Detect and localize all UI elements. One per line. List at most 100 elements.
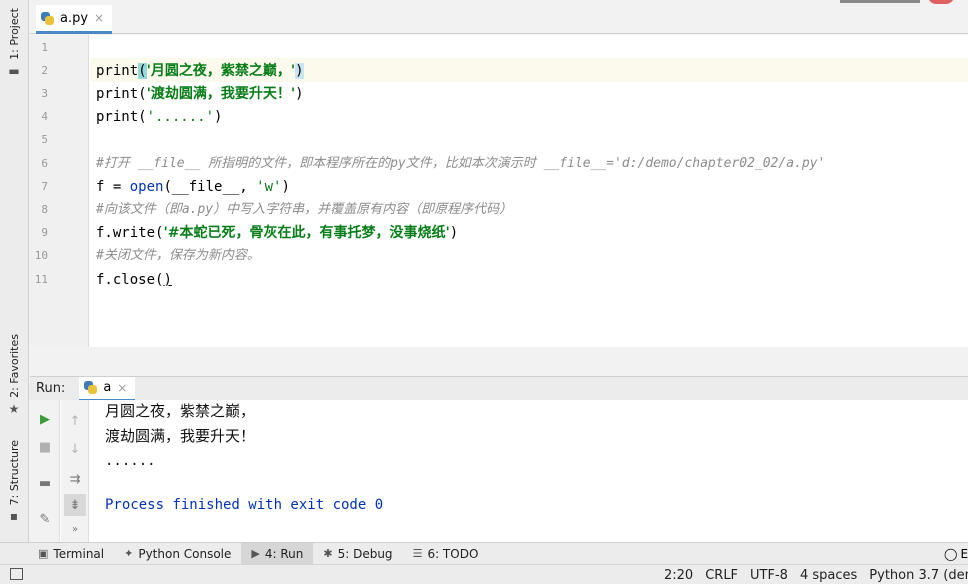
status-bar-right: 2:20 CRLF UTF-8 4 spaces Python 3.7 (dem bbox=[664, 565, 968, 584]
code-line-11: f.close() bbox=[96, 271, 172, 289]
output-line: 月圆之夜，紫禁之巅， bbox=[105, 402, 256, 420]
line-number: 10 bbox=[34, 249, 48, 262]
code-line-9: f.write('#本蛇已死，骨灰在此，有事托梦，没事烧纸') bbox=[96, 224, 458, 242]
caret-position[interactable]: 2:20 bbox=[664, 568, 693, 583]
arrow-up-icon[interactable]: ↑ bbox=[64, 410, 86, 432]
tool-window-bar: ▣ Terminal ✦ Python Console ▶ 4: Run ✱ 5… bbox=[0, 542, 968, 565]
line-number: 7 bbox=[41, 180, 48, 193]
line-number: 6 bbox=[41, 157, 48, 170]
line-number-gutter: 1 2 3 4 5 6 7 8 9 10 11 bbox=[30, 35, 89, 347]
code-token: (__file__, bbox=[163, 179, 257, 195]
code-token: '渡劫圆满，我要升天！' bbox=[146, 86, 296, 102]
line-number: 4 bbox=[41, 110, 48, 123]
run-tab-label: a bbox=[103, 380, 112, 395]
code-token: print( bbox=[96, 86, 147, 102]
python-console-icon: ✦ bbox=[124, 547, 134, 560]
debug-tool-button[interactable]: ✱ 5: Debug bbox=[313, 543, 402, 565]
output-line: ...... bbox=[105, 453, 156, 469]
code-token: ) bbox=[214, 109, 223, 125]
code-token: 'w' bbox=[256, 179, 282, 195]
star-icon: ★ bbox=[8, 401, 20, 416]
close-tab-icon[interactable]: × bbox=[94, 11, 104, 25]
file-encoding[interactable]: UTF-8 bbox=[750, 568, 788, 583]
run-console[interactable]: ▶ ■ ▬ ✎ ↑ ↓ ⇉ ⇟ » 月圆之夜，紫禁之巅， 渡劫圆满，我要升天！ … bbox=[30, 400, 968, 542]
process-finished-line: Process finished with exit code 0 bbox=[105, 497, 384, 513]
code-token: print bbox=[96, 63, 139, 79]
editor-tab-bar: a.py × bbox=[30, 0, 968, 34]
code-line-10: #关闭文件，保存为新内容。 bbox=[96, 248, 260, 263]
todo-tool-button[interactable]: ☰ 6: TODO bbox=[403, 543, 489, 565]
toolbar-edge bbox=[840, 0, 920, 3]
tool-windows-toggle-icon[interactable] bbox=[10, 568, 23, 580]
event-log-icon: ◯ bbox=[944, 547, 958, 561]
code-token: '......' bbox=[146, 109, 215, 125]
todo-label: 6: TODO bbox=[427, 546, 479, 561]
line-number: 3 bbox=[41, 87, 48, 100]
structure-tab-label: 7: Structure bbox=[7, 440, 21, 506]
code-token: print( bbox=[96, 109, 147, 125]
line-number: 8 bbox=[41, 203, 48, 216]
code-token: ) bbox=[281, 179, 290, 195]
code-token: f.write( bbox=[96, 225, 164, 241]
run-panel-header: Run: a × bbox=[30, 376, 968, 401]
code-token: '月圆之夜，紫禁之巅，' bbox=[146, 63, 296, 79]
run-tool-button[interactable]: ▶ 4: Run bbox=[241, 542, 314, 565]
close-run-tab-icon[interactable]: × bbox=[117, 381, 127, 395]
code-line-6: #打开 __file__ 所指明的文件，即本程序所在的py文件，比如本次演示时 … bbox=[96, 156, 826, 171]
pin-icon[interactable]: ✎ bbox=[34, 508, 56, 530]
structure-icon: ▪ bbox=[9, 509, 19, 524]
code-token: f = bbox=[96, 179, 130, 195]
code-token: open bbox=[129, 179, 164, 195]
editor-tab-a-py[interactable]: a.py × bbox=[36, 5, 113, 34]
project-tab-label: 1: Project bbox=[7, 8, 21, 60]
line-number: 1 bbox=[41, 41, 48, 54]
line-number: 5 bbox=[41, 133, 48, 146]
stop-icon[interactable]: ■ bbox=[34, 436, 56, 458]
event-log-label: E bbox=[960, 547, 968, 561]
code-token: ( bbox=[138, 63, 147, 79]
soft-wrap-icon[interactable]: ⇉ bbox=[64, 468, 86, 490]
bug-icon: ✱ bbox=[323, 547, 333, 560]
code-token: ) bbox=[295, 63, 304, 79]
line-separator[interactable]: CRLF bbox=[705, 568, 738, 583]
run-toolbar-secondary: ↑ ↓ ⇉ ⇟ » bbox=[61, 400, 89, 542]
python-file-icon bbox=[40, 11, 55, 26]
code-token: f.close bbox=[96, 272, 156, 288]
scroll-to-end-icon[interactable]: ⇟ bbox=[64, 494, 86, 516]
project-tool-tab[interactable]: 1: Project ▬ bbox=[2, 8, 26, 78]
run-label: 4: Run bbox=[264, 546, 304, 561]
code-line-2: print('月圆之夜，紫禁之巅，') bbox=[96, 62, 304, 80]
editor-tab-label: a.py bbox=[60, 10, 89, 26]
structure-tool-tab[interactable]: 7: Structure ▪ bbox=[2, 440, 26, 523]
favorites-tab-label: 2: Favorites bbox=[7, 334, 21, 398]
terminal-tool-button[interactable]: ▣ Terminal bbox=[0, 543, 114, 565]
layout-icon[interactable]: ▬ bbox=[34, 472, 56, 494]
run-toolbar-primary: ▶ ■ ▬ ✎ bbox=[30, 400, 60, 542]
code-editor[interactable]: 1 2 3 4 5 6 7 8 9 10 11 print('月圆之夜，紫禁之巅… bbox=[30, 35, 968, 347]
status-bar: 2:20 CRLF UTF-8 4 spaces Python 3.7 (dem bbox=[0, 564, 968, 584]
python-interpreter[interactable]: Python 3.7 (dem bbox=[869, 568, 968, 583]
folder-icon: ▬ bbox=[8, 63, 20, 78]
arrow-down-icon[interactable]: ↓ bbox=[64, 438, 86, 460]
terminal-label: Terminal bbox=[53, 546, 105, 561]
debug-label: 5: Debug bbox=[337, 546, 393, 561]
code-line-7: f = open(__file__, 'w') bbox=[96, 178, 290, 196]
rerun-icon[interactable]: ▶ bbox=[34, 408, 56, 430]
code-token: ) bbox=[449, 225, 459, 241]
run-panel-title: Run: bbox=[36, 381, 66, 396]
code-line-4: print('......') bbox=[96, 108, 222, 126]
run-icon: ▶ bbox=[251, 547, 260, 560]
indent-setting[interactable]: 4 spaces bbox=[800, 568, 857, 583]
code-line-3: print('渡劫圆满，我要升天！') bbox=[96, 85, 304, 103]
line-number: 2 bbox=[41, 64, 48, 77]
line-number: 11 bbox=[34, 273, 48, 286]
run-config-tab[interactable]: a × bbox=[79, 376, 136, 401]
favorites-tool-tab[interactable]: 2: Favorites ★ bbox=[2, 334, 26, 416]
event-log-button[interactable]: ◯ E bbox=[944, 543, 968, 565]
more-icon[interactable]: » bbox=[64, 518, 86, 540]
output-line: 渡劫圆满，我要升天！ bbox=[105, 427, 256, 445]
code-token: ) bbox=[163, 272, 172, 288]
python-console-label: Python Console bbox=[138, 546, 232, 561]
code-token: ) bbox=[295, 86, 304, 102]
python-console-tool-button[interactable]: ✦ Python Console bbox=[114, 543, 241, 565]
